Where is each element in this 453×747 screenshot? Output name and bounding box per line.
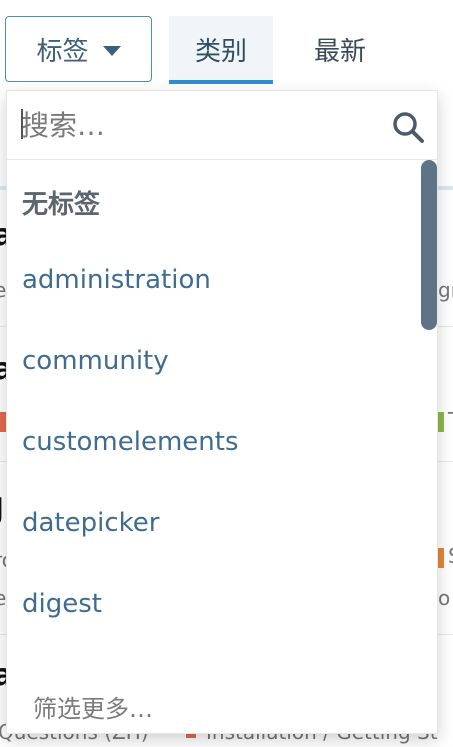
list-item[interactable]: customelements xyxy=(22,427,239,457)
topic-right-fragment: T xyxy=(448,408,453,432)
list-item[interactable]: administration xyxy=(22,265,211,295)
topic-right-fragment: o xyxy=(438,586,451,610)
filter-more-hint: 筛选更多… xyxy=(33,695,153,723)
chevron-down-icon xyxy=(102,46,121,56)
category-square xyxy=(438,548,444,568)
tags-label: 标签 xyxy=(36,36,89,67)
list-item-no-tags[interactable]: 无标签 xyxy=(22,184,100,221)
text-cursor xyxy=(21,109,23,139)
scrollbar-thumb[interactable] xyxy=(421,160,437,330)
topic-right-fragment: S xyxy=(448,544,453,568)
tags-dropdown-panel: 无标签 administration community customeleme… xyxy=(6,90,438,734)
list-item[interactable]: datepicker xyxy=(22,508,159,538)
tag-search-input[interactable] xyxy=(21,105,381,145)
tab-latest[interactable]: 最新 xyxy=(300,16,380,82)
tab-categories[interactable]: 类别 xyxy=(169,16,273,84)
tags-dropdown-button[interactable]: 标签 xyxy=(5,16,152,82)
category-square xyxy=(438,412,444,432)
topic-title-fragment: J xyxy=(0,492,4,527)
topic-right-fragment: gr xyxy=(438,278,453,302)
list-item[interactable]: digest xyxy=(22,589,102,619)
list-item[interactable]: community xyxy=(22,346,169,376)
search-row xyxy=(7,91,437,160)
top-navigation: 标签 类别 最新 xyxy=(0,0,453,90)
search-icon[interactable] xyxy=(391,110,425,144)
